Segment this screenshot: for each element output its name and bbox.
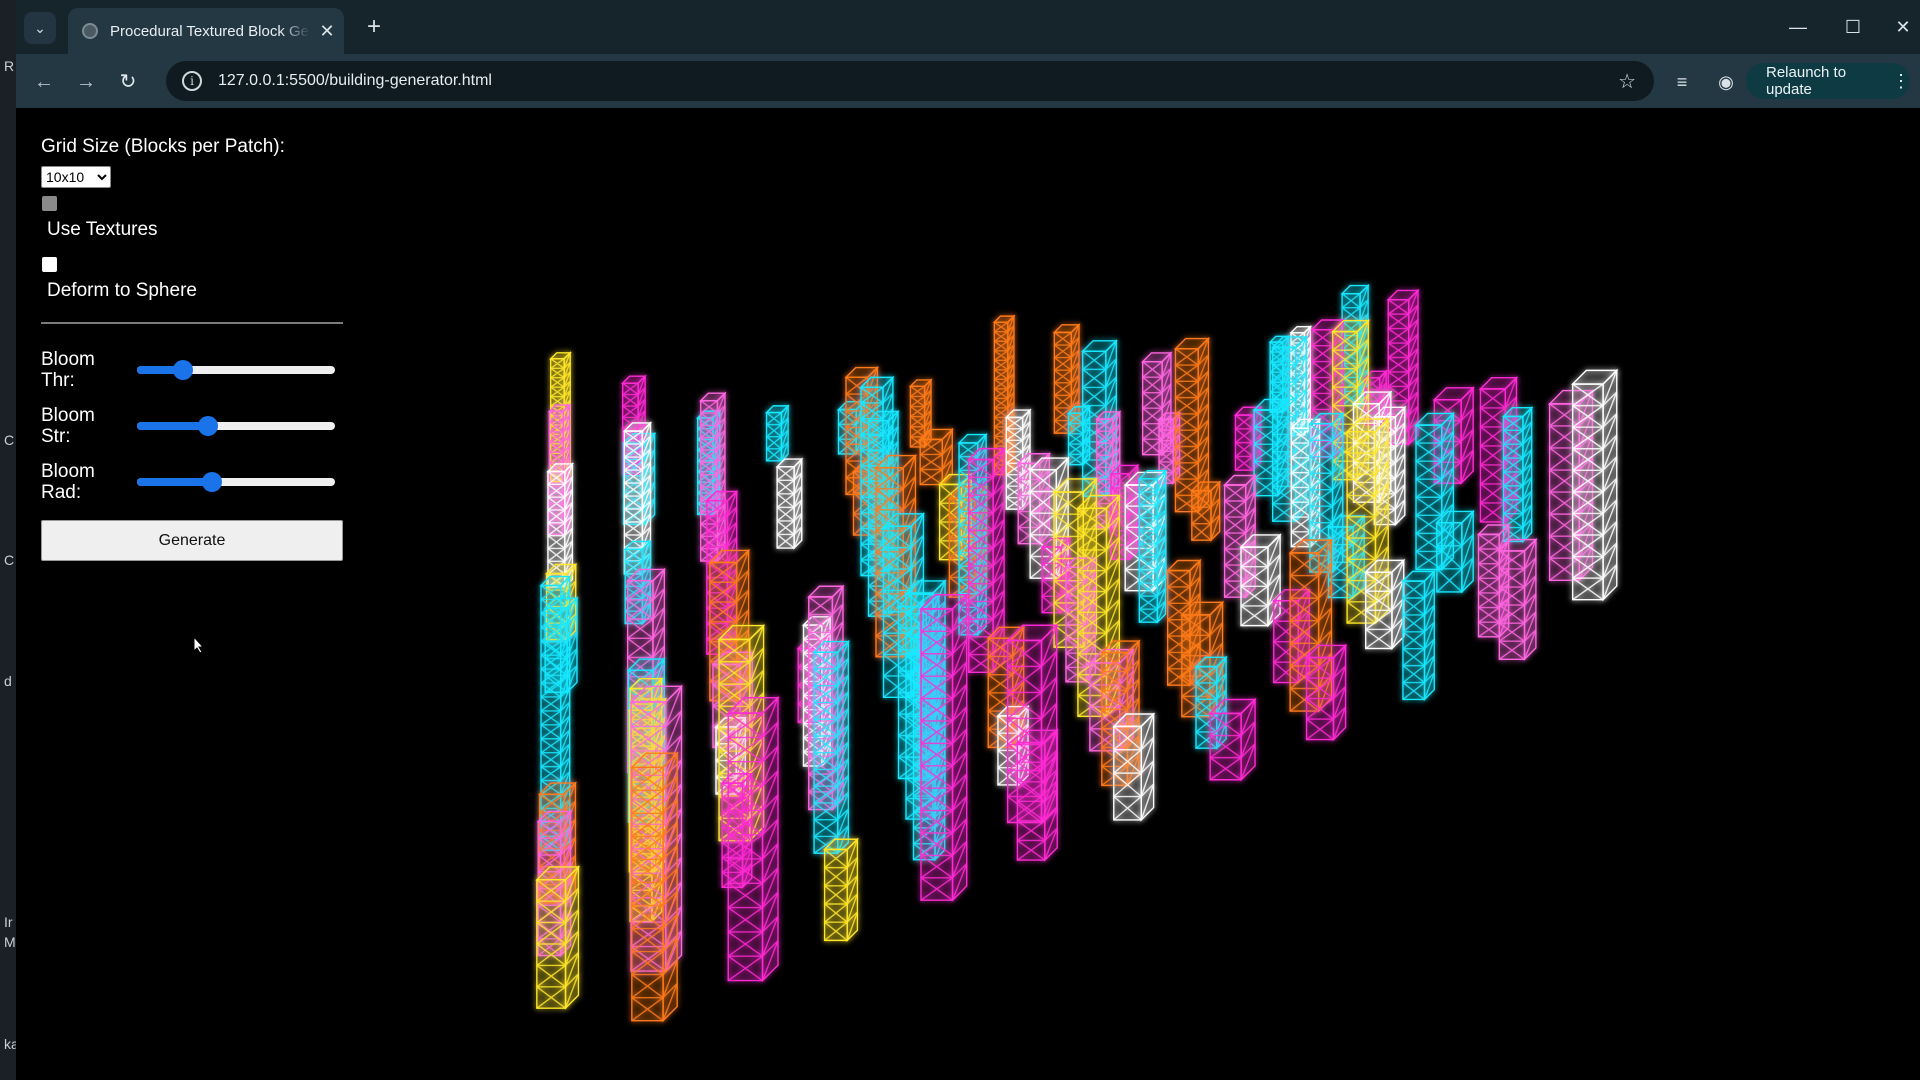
back-button[interactable]: ← [28,66,60,98]
relaunch-label: Relaunch to update [1766,64,1847,98]
wireframe-tower [1304,643,1348,742]
wireframe-tower [822,837,860,943]
bloom-threshold-label-line2: Thr: [41,370,75,391]
divider [41,322,343,324]
bg-letter: C [4,432,15,448]
bookmark-star-icon[interactable]: ☆ [1618,69,1636,94]
bg-letter: d [4,673,12,689]
slider-thumb[interactable] [198,416,219,436]
bg-letter: M [4,934,16,950]
tab-strip: ⌄ Procedural Textured Block Generator ✕ … [16,0,1920,54]
bloom-radius-label-line2: Rad: [41,482,82,503]
use-textures-label: Use Textures [47,219,158,240]
bloom-strength-label: Bloom Str: [41,405,137,447]
media-controls-icon[interactable]: ≡ [1666,66,1698,98]
deform-sphere-checkbox[interactable] [42,257,57,272]
forward-button[interactable]: → [70,66,102,98]
tab-active[interactable]: Procedural Textured Block Generator ✕ [68,8,344,54]
bloom-threshold-label: Bloom Thr: [41,349,137,391]
bloom-radius-slider[interactable] [137,472,335,492]
deform-sphere-label: Deform to Sphere [47,280,197,301]
wireframe-tower [1015,728,1059,862]
bloom-radius-label-line1: Bloom [41,461,95,482]
bg-letter: Ir [4,914,13,930]
bloom-threshold-label-line1: Bloom [41,349,95,370]
bloom-strength-label-line1: Bloom [41,405,95,426]
wireframe-tower [1190,480,1222,542]
wireframe-tower [535,865,581,1010]
globe-icon [82,23,98,39]
close-window-button[interactable]: ✕ [1886,10,1920,44]
wireframe-tower [1364,558,1406,651]
bloom-threshold-row: Bloom Thr: [41,342,343,398]
wireframe-tower [775,457,804,550]
wireframe-tower [919,593,969,902]
wireframe-tower [1401,569,1436,702]
wireframe-tower [1137,468,1168,624]
wireframe-tower [1501,406,1534,544]
wireframe-tower [726,695,780,983]
use-textures-checkbox[interactable] [42,196,57,211]
wireframe-tower [1570,368,1619,602]
wireframe-tower [812,639,851,855]
tab-title: Procedural Textured Block Generator [110,22,310,40]
bloom-strength-slider[interactable] [137,416,335,436]
wireframe-tower [630,751,679,1023]
minimize-button[interactable]: — [1776,10,1820,44]
address-bar[interactable]: i 127.0.0.1:5500/building-generator.html… [166,61,1654,101]
bloom-threshold-slider[interactable] [137,360,335,380]
controls-panel: Grid Size (Blocks per Patch): 10x10 Use … [41,136,343,561]
wireframe-tower [1208,697,1257,782]
new-tab-button[interactable]: + [358,12,390,44]
browser-toolbar: ← → ↻ i 127.0.0.1:5500/building-generato… [16,54,1920,108]
tab-search-button[interactable]: ⌄ [24,12,56,44]
bg-letter: C [4,552,15,568]
chevron-down-icon: ⌄ [34,19,46,36]
bloom-radius-label: Bloom Rad: [41,461,137,503]
wireframe-tower [1497,537,1538,661]
mouse-cursor-icon [193,636,205,654]
url-text: 127.0.0.1:5500/building-generator.html [218,72,492,89]
page-viewport: Grid Size (Blocks per Patch): 10x10 Use … [16,108,1920,1080]
reload-button[interactable]: ↻ [112,66,144,98]
background-window-strip: R C C d Ir M ka [0,0,19,1080]
grid-size-select[interactable]: 10x10 [41,166,111,188]
slider-thumb[interactable] [202,472,223,492]
maximize-button[interactable]: ☐ [1831,10,1875,44]
bg-letter: R [4,58,15,74]
browser-window: ⌄ Procedural Textured Block Generator ✕ … [16,0,1920,1080]
profile-icon[interactable]: ◉ [1710,66,1742,98]
close-tab-icon[interactable]: ✕ [316,21,338,42]
wireframe-tower [764,404,790,463]
tower-group [535,283,1619,1023]
more-menu-icon[interactable]: ⋮ [1892,71,1910,92]
slider-thumb[interactable] [172,360,193,380]
slider-fill [137,478,213,486]
wireframe-tower [1435,509,1475,594]
bloom-radius-row: Bloom Rad: [41,454,343,510]
bloom-strength-label-line2: Str: [41,426,71,447]
wireframe-tower [1112,712,1156,822]
bloom-strength-row: Bloom Str: [41,398,343,454]
generate-button[interactable]: Generate [41,520,343,561]
grid-size-label: Grid Size (Blocks per Patch): [41,136,285,157]
relaunch-to-update-button[interactable]: Relaunch to update ⋮ [1746,63,1910,99]
info-icon[interactable]: i [182,71,202,91]
